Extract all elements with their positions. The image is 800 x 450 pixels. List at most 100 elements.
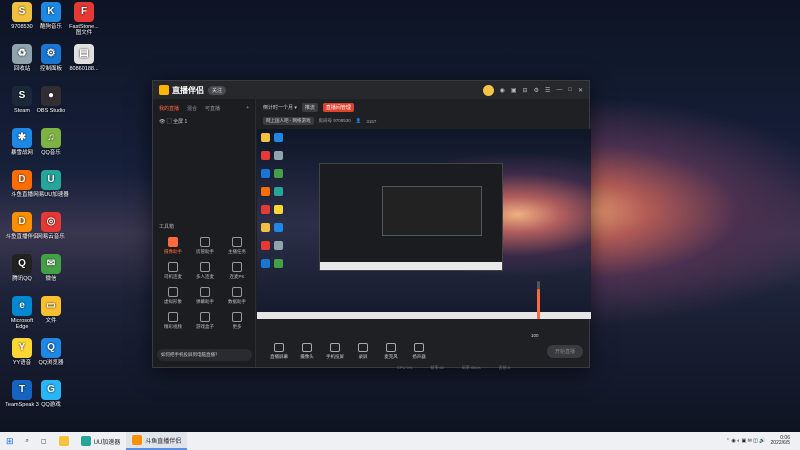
desktop-icon[interactable]: U 网易UU加速器 — [33, 170, 69, 198]
toolbox-item[interactable]: 虚拟形象 — [157, 287, 189, 305]
app-icon: F — [74, 2, 94, 22]
desktop-icon[interactable]: ▭ 文件 — [33, 296, 69, 324]
desktop-icon[interactable]: ✉ 微信 — [33, 254, 69, 282]
screen-capture-button[interactable]: 直播屏幕 — [265, 342, 293, 360]
taskbar-app[interactable]: 斗鱼直播伴侣 — [126, 432, 188, 450]
desktop-icon[interactable]: ◎ 网易云音乐 — [33, 212, 69, 240]
desktop-icon[interactable]: Q QQ浏览器 — [33, 338, 69, 366]
explorer-button[interactable] — [53, 432, 75, 450]
logo-icon — [159, 85, 169, 95]
bitrate-status: 码率:0kb/s — [461, 365, 481, 370]
microphone-button[interactable]: 麦克风 — [377, 342, 405, 360]
settings-icon[interactable]: ⚙ — [534, 87, 539, 94]
tool-icon — [232, 287, 242, 297]
stream-preview[interactable] — [257, 129, 591, 319]
right-panel: 倒计时一个月 ▾ 推流 直播间管理 网上国人吧 - 网络游戏 房间号 97085… — [257, 99, 591, 370]
desktop-icon[interactable]: G QQ游戏 — [33, 380, 69, 408]
toolbox-item[interactable]: 司机连麦 — [157, 262, 189, 280]
preview-desktop-icon — [261, 187, 270, 196]
taskbar-app[interactable]: UU加速器 — [75, 432, 127, 450]
category-tag[interactable]: 网上国人吧 - 网络游戏 — [263, 117, 314, 125]
preview-desktop-icon — [274, 223, 283, 232]
speaker-icon — [414, 342, 424, 352]
record-button[interactable]: 录屏 — [349, 342, 377, 360]
tab-available[interactable]: 可直播 — [205, 105, 220, 112]
maximize-icon[interactable]: □ — [568, 87, 572, 93]
toolbox-item[interactable]: 连麦PK — [221, 262, 253, 280]
phone-cast-button[interactable]: 手机投屏 — [321, 342, 349, 360]
nested-taskbar — [320, 262, 502, 270]
tool-label: 房管助手 — [196, 249, 214, 254]
preview-desktop-icon — [274, 205, 283, 214]
desktop-icon[interactable]: ⚙ 控制面板 — [33, 44, 69, 72]
toolbox-item[interactable]: 精彩视频 — [157, 312, 189, 330]
speaker-button[interactable]: 扬声器 — [405, 342, 433, 360]
push-button[interactable]: 推流 — [301, 102, 318, 112]
desktop-icon-label: 文件 — [45, 318, 57, 324]
desktop-icon[interactable]: K 酷狗音乐 — [33, 2, 69, 30]
search-button[interactable]: ⌕ — [20, 432, 35, 450]
scene-tabs: 我的直播 混合 可直播 + — [153, 99, 255, 116]
cpu-status: CPU 0% — [397, 365, 413, 370]
desktop-icon-label: 微信 — [45, 276, 57, 282]
desktop-icon-label: QQ浏览器 — [38, 360, 64, 366]
tip-banner[interactable]: 如何把手机投屏到电脑直播？ — [157, 349, 252, 361]
taskbar: ⊞ ⌕ ▢ UU加速器 斗鱼直播伴侣 ⌃ ◉ ◐ ▣ ✉ ◫ 🔊 0:06 202… — [0, 432, 800, 450]
desktop-icon[interactable]: ● OBS Studio — [33, 86, 69, 114]
add-scene-button[interactable]: + — [246, 105, 249, 112]
tab-mix[interactable]: 混合 — [187, 105, 197, 112]
preview-desktop-icon — [261, 133, 270, 142]
camera-button[interactable]: 摄像头 — [293, 342, 321, 360]
start-live-button[interactable]: 开始直播 — [546, 344, 583, 358]
toolbox-item[interactable]: 数据助手 — [221, 287, 253, 305]
desktop-icon[interactable]: ♫ QQ音乐 — [33, 128, 69, 156]
toolbox-item[interactable]: 多人连麦 — [189, 262, 221, 280]
phone-icon — [330, 342, 340, 352]
preview-desktop-icon — [261, 151, 270, 160]
toolbox-item[interactable]: 摄像助手 — [157, 237, 189, 255]
volume-slider[interactable] — [537, 281, 540, 319]
control-icon[interactable]: ◉ — [500, 87, 505, 94]
toolbox-item[interactable]: 主播任务 — [221, 237, 253, 255]
nested-inner-preview — [382, 186, 482, 236]
avatar[interactable] — [482, 84, 494, 96]
desktop-icon[interactable]: ▤ 80860188... — [66, 44, 102, 72]
clock[interactable]: 0:06 2022/6/5 — [771, 435, 790, 447]
volume-value: 100 — [531, 333, 539, 338]
toolbox-item[interactable]: 游戏盒子 — [189, 312, 221, 330]
tray-icons[interactable]: ⌃ ◉ ◐ ▣ ✉ ◫ 🔊 — [726, 438, 766, 444]
task-view-button[interactable]: ▢ — [35, 432, 53, 450]
start-button[interactable]: ⊞ — [0, 432, 20, 450]
app-icon: T — [12, 380, 32, 400]
desktop-icon-label: 网易UU加速器 — [33, 192, 69, 198]
preview-desktop-icon — [261, 241, 270, 250]
tool-label: 摄像助手 — [164, 249, 182, 254]
timer-dropdown[interactable]: 倒计时一个月 ▾ — [263, 104, 297, 111]
minimize-icon[interactable]: — — [556, 87, 562, 93]
title-controls: ◉ ▣ ⊟ ⚙ ☰ — □ ✕ — [482, 84, 583, 96]
tab-my-live[interactable]: 我的直播 — [159, 105, 179, 112]
close-icon[interactable]: ✕ — [578, 87, 583, 94]
desktop-icon[interactable]: F FastStone... 图文件 — [66, 2, 102, 37]
desktop-icon-label: OBS Studio — [36, 108, 66, 114]
streaming-app-window: 直播伴侣 关注 ◉ ▣ ⊟ ⚙ ☰ — □ ✕ 我的直播 混合 可直播 + 👁 … — [152, 80, 591, 370]
app-icon: K — [41, 2, 61, 22]
viewer-icon: 👤 — [355, 118, 362, 123]
desktop-icon-label: 控制面板 — [39, 66, 62, 72]
toolbox-item[interactable]: 弹幕助手 — [189, 287, 221, 305]
control-icon[interactable]: ⊟ — [523, 87, 528, 94]
menu-icon[interactable]: ☰ — [545, 87, 550, 94]
follow-badge[interactable]: 关注 — [208, 85, 227, 95]
room-manage-button[interactable]: 直播间管理 — [322, 102, 354, 112]
preview-desktop-icon — [261, 223, 270, 232]
app-icon: ▤ — [74, 44, 94, 64]
app-icon: D — [12, 170, 32, 190]
scene-item[interactable]: 👁 ▢ 全屏 1 — [153, 116, 255, 127]
dropped-frames-status: 丢帧:0 — [498, 365, 510, 370]
tool-icon — [232, 237, 242, 247]
toolbox-item[interactable]: 房管助手 — [189, 237, 221, 255]
toolbox-item[interactable]: 更多 — [221, 312, 253, 330]
tool-label: 弹幕助手 — [196, 299, 214, 304]
windows-icon: ⊞ — [6, 435, 14, 446]
control-icon[interactable]: ▣ — [511, 87, 517, 94]
